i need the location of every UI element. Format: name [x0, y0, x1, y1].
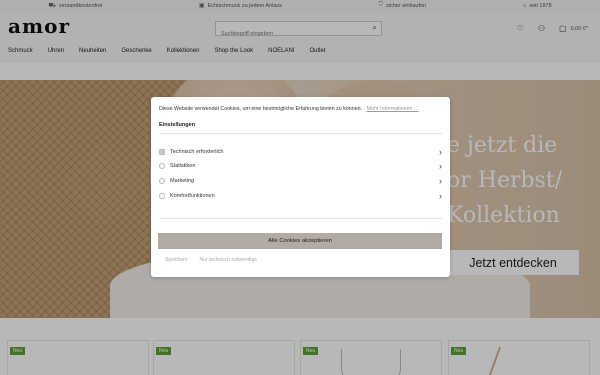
save-button[interactable]: Speichern — [165, 257, 188, 263]
chevron-right-icon[interactable]: › — [439, 175, 442, 187]
secondary-actions: Speichern Nur technisch notwendige — [165, 257, 257, 263]
cookie-consent-modal: Diese Website verwendet Cookies, um eine… — [151, 97, 450, 277]
chevron-right-icon[interactable]: › — [439, 190, 442, 202]
more-info-link[interactable]: Mehr Informationen ... — [367, 106, 419, 112]
accept-all-button[interactable]: Alle Cookies akzeptieren — [158, 233, 442, 249]
page: ⛟ versandkostenfrei ▣ Echtschmuck zu jed… — [0, 0, 600, 375]
cookie-option-label: Marketing — [170, 178, 195, 184]
cookie-option-comfort[interactable]: Komfortfunktionen › — [159, 190, 442, 202]
checkbox[interactable] — [159, 163, 165, 169]
cookie-option-label: Technisch erforderlich — [170, 149, 224, 155]
divider — [159, 133, 442, 134]
cookie-option-statistics[interactable]: Statistiken › — [159, 160, 442, 172]
settings-title: Einstellungen — [159, 122, 196, 128]
divider — [159, 218, 442, 219]
cookie-message-text: Diese Website verwendet Cookies, um eine… — [159, 106, 363, 112]
checkbox[interactable] — [159, 178, 165, 184]
chevron-right-icon[interactable]: › — [439, 160, 442, 172]
cookie-option-technical[interactable]: Technisch erforderlich › — [159, 146, 442, 158]
cookie-option-label: Komfortfunktionen — [170, 193, 215, 199]
only-necessary-button[interactable]: Nur technisch notwendige — [200, 257, 258, 263]
checkbox[interactable] — [159, 193, 165, 199]
chevron-right-icon[interactable]: › — [439, 146, 442, 158]
cookie-message: Diese Website verwendet Cookies, um eine… — [159, 106, 418, 112]
checkbox-checked[interactable] — [159, 149, 165, 155]
cookie-option-label: Statistiken — [170, 163, 196, 169]
cookie-option-marketing[interactable]: Marketing › — [159, 175, 442, 187]
